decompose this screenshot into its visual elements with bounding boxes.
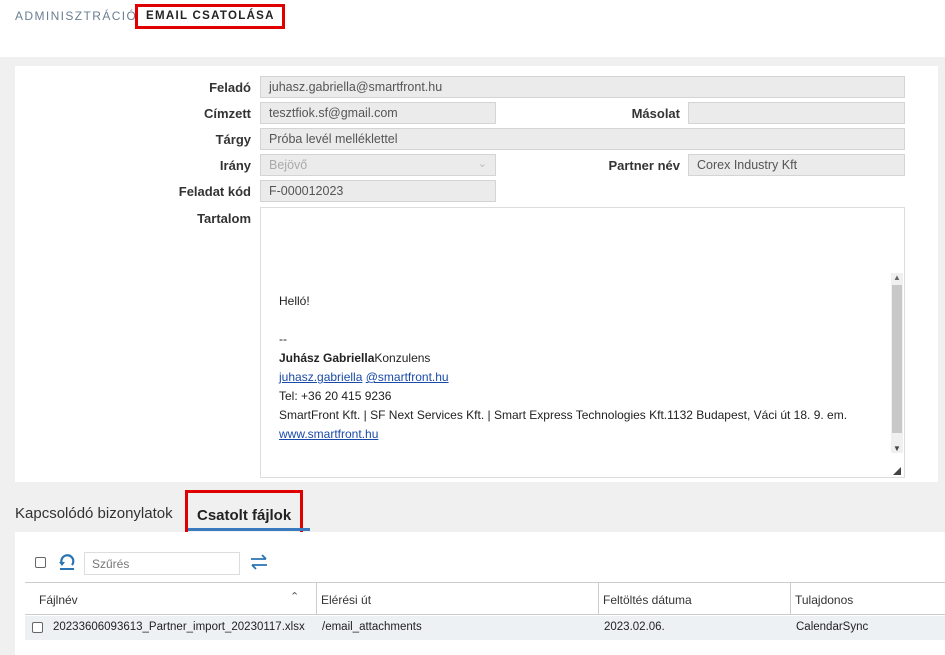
cc-field[interactable] [688,102,905,124]
cc-label: Másolat [631,106,680,121]
signature-name: Juhász Gabriella [279,351,375,365]
recipient-field[interactable]: tesztfiok.sf@gmail.com [260,102,496,124]
signature-website-link[interactable]: www.smartfront.hu [279,427,378,441]
filter-input[interactable]: Szűrés [84,552,240,575]
breadcrumb: ADMINISZTRÁCIÓ EMAIL CSATOLÁSA [0,0,945,57]
cell-filename: 20233606093613_Partner_import_20230117.x… [53,621,305,633]
task-code-field[interactable]: F-000012023 [260,180,496,202]
greeting-text: Helló! [279,294,310,308]
sender-field[interactable]: juhasz.gabriella@smartfront.hu [260,76,905,98]
direction-select[interactable]: Bejövő ⌄ [260,154,496,176]
tab-bar: Kapcsolódó bizonylatok [0,490,945,530]
partner-field[interactable]: Corex Industry Kft [688,154,905,176]
column-header-path[interactable]: Elérési út [316,583,598,614]
signature-title: Konzulens [374,351,431,365]
direction-value: Bejövő [269,158,308,172]
signature-company: SmartFront Kft. | SF Next Services Kft. … [279,408,848,422]
email-body: Helló! -- Juhász GabriellaKonzulens juha… [279,292,847,444]
subject-field[interactable]: Próba levél melléklettel [260,128,905,150]
recipient-label: Címzett [204,106,251,121]
scroll-up-arrow-icon[interactable]: ▲ [893,273,901,282]
direction-label: Irány [219,158,251,173]
breadcrumb-administration[interactable]: ADMINISZTRÁCIÓ [15,9,137,23]
content-editor[interactable]: Helló! -- Juhász GabriellaKonzulens juha… [260,207,905,478]
subject-label: Tárgy [215,132,251,147]
partner-label: Partner név [608,158,680,173]
column-header-upload-date[interactable]: Feltöltés dátuma [598,583,790,614]
column-header-filename[interactable]: Fájlnév ⌃ [25,583,316,614]
email-form-panel: Feladó juhasz.gabriella@smartfront.hu Cí… [15,66,938,482]
cell-upload-date: 2023.02.06. [604,621,665,633]
breadcrumb-current-page: EMAIL CSATOLÁSA [135,4,285,29]
sort-ascending-icon[interactable]: ⌃ [290,590,299,603]
sender-label: Feladó [209,80,251,95]
scrollbar-thumb[interactable] [892,285,902,433]
content-label: Tartalom [197,211,251,226]
table-header: Fájlnév ⌃ Elérési út Feltöltés dátuma Tu… [25,582,945,615]
active-tab-indicator [188,528,310,531]
signature-phone: Tel: +36 20 415 9236 [279,389,392,403]
resize-handle-icon[interactable] [893,467,901,475]
content-scrollbar[interactable]: ▲ ▼ [891,273,903,453]
cell-path: /email_attachments [322,621,422,633]
signature-separator: -- [279,332,287,346]
scroll-down-arrow-icon[interactable]: ▼ [893,444,901,453]
chevron-down-icon: ⌄ [477,158,487,170]
table-row[interactable]: 20233606093613_Partner_import_20230117.x… [25,616,945,640]
column-header-owner[interactable]: Tulajdonos [790,583,945,614]
refresh-icon[interactable] [58,554,76,570]
signature-email-domain-link[interactable]: @smartfront.hu [366,370,449,384]
signature-email-user-link[interactable]: juhasz.gabriella [279,370,362,384]
swap-columns-icon[interactable] [249,554,269,570]
task-code-label: Feladat kód [178,184,251,199]
cell-owner: CalendarSync [796,621,869,633]
select-all-checkbox[interactable] [35,557,46,568]
tab-related-documents[interactable]: Kapcsolódó bizonylatok [15,505,173,522]
row-checkbox[interactable] [32,622,43,633]
attachments-grid-panel: Szűrés Fájlnév ⌃ Elérési út Feltöltés dá… [15,532,945,655]
